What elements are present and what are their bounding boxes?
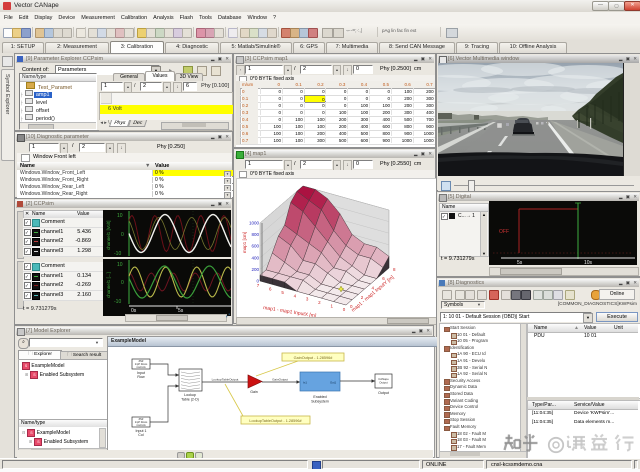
svg-text:5s: 5s xyxy=(517,260,523,265)
svg-text:0: 0 xyxy=(343,307,346,312)
svg-text:GainOutput - 1.28596#: GainOutput - 1.28596# xyxy=(294,356,334,360)
svg-text:Enabled: Enabled xyxy=(313,395,326,399)
svg-text:OFF: OFF xyxy=(499,229,509,235)
svg-text:rowCols: rowCols xyxy=(136,423,146,427)
svg-text:1: 1 xyxy=(330,304,333,309)
svg-text:4: 4 xyxy=(294,293,297,298)
svg-text:Gain: Gain xyxy=(250,390,258,394)
svg-text:Out1: Out1 xyxy=(330,381,337,385)
svg-text:map1 [cm]: map1 [cm] xyxy=(242,232,247,253)
svg-text:-10: -10 xyxy=(114,251,121,257)
svg-text:channel1 [Volt]: channel1 [Volt] xyxy=(106,220,111,250)
svg-text:3: 3 xyxy=(306,297,309,302)
svg-text:0: 0 xyxy=(121,232,124,238)
svg-text:10s: 10s xyxy=(584,260,593,265)
svg-text:10: 10 xyxy=(117,213,123,219)
svg-text:5: 5 xyxy=(281,290,284,295)
svg-text:200: 200 xyxy=(251,267,259,272)
svg-text:LookupTableOutput: LookupTableOutput xyxy=(212,378,239,382)
svg-text:Col: Col xyxy=(138,433,144,437)
svg-text:600: 600 xyxy=(251,244,259,249)
svg-text:Lookup: Lookup xyxy=(184,393,196,397)
svg-text:400: 400 xyxy=(251,255,259,260)
svg-text:Row: Row xyxy=(137,375,145,379)
svg-text:Output: Output xyxy=(379,381,388,385)
svg-text:7: 7 xyxy=(257,283,260,288)
svg-text:1000: 1000 xyxy=(249,221,260,226)
svg-text:GainOutput: GainOutput xyxy=(272,378,288,382)
svg-text:rowCols: rowCols xyxy=(136,365,146,369)
svg-text:6: 6 xyxy=(269,286,272,291)
svg-text:LookupTableOutput - 1.28596#: LookupTableOutput - 1.28596# xyxy=(249,419,302,423)
svg-text:In1: In1 xyxy=(303,381,307,385)
svg-text:Output: Output xyxy=(378,391,389,395)
svg-text:channel1 [...]: channel1 [...] xyxy=(106,272,111,298)
svg-text:10: 10 xyxy=(117,262,123,268)
svg-text:8: 8 xyxy=(393,267,396,272)
svg-text:-10: -10 xyxy=(114,299,121,305)
svg-text:0: 0 xyxy=(121,280,124,286)
svg-text:Table (2-D): Table (2-D) xyxy=(181,398,199,402)
svg-text:800: 800 xyxy=(251,232,259,237)
svg-text:Subsystem: Subsystem xyxy=(311,400,329,404)
svg-text:2: 2 xyxy=(318,300,321,305)
